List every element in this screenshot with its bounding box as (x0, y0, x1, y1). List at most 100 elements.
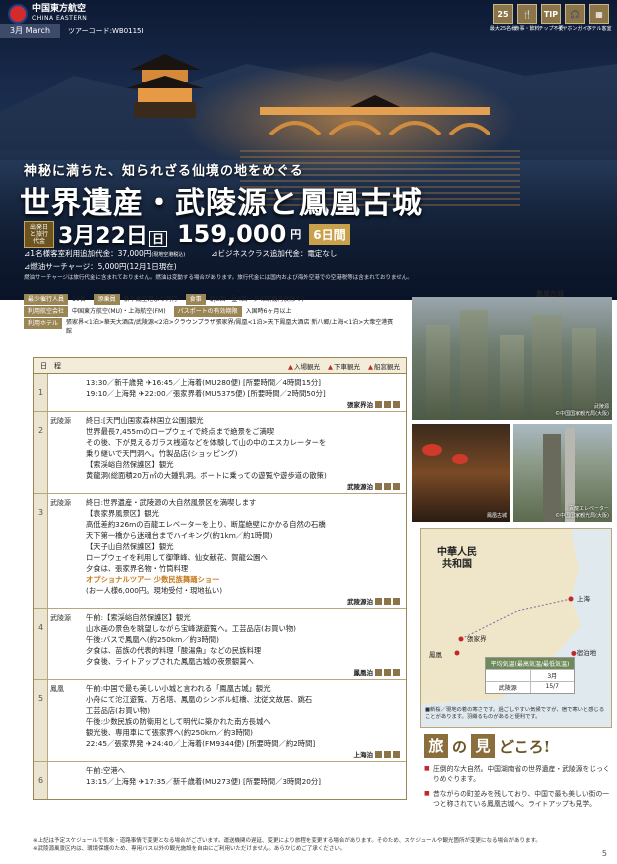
schedule-line: 夕食後、ライトアップされた鳳凰古城の夜景観賞へ (86, 657, 254, 666)
schedule-line: 世界最長7,455mのロープウェイで終点まで絶景をご満喫 (86, 427, 275, 436)
footnotes: ※上記は予定スケジュールで気象・道路事情で変更となる場合がございます。運送機関の… (33, 837, 593, 853)
day-place: 武陵源 (50, 614, 71, 622)
itinerary-table: 日 程 ▲入場観光 ▲下車観光 ▲船窓観光 1 13:30／新千歳発 ✈16:45… (33, 357, 407, 800)
passport-tag: パスポートの有効期限 (173, 306, 242, 317)
single-surcharge: 1名様客室利用追加代金：37,000円 (30, 249, 152, 258)
temp-value: 15/7 (529, 682, 575, 693)
schedule-line: 夕食は、張家界名物・竹筒料理 (86, 564, 189, 573)
itinerary-day: 1 13:30／新千歳発 ✈16:45／上海着(MU280便) [所要時間／4時間… (34, 374, 406, 412)
map-city-shanghai: 上海 (577, 595, 590, 603)
min-people-tag: 最少催行人員 (24, 294, 69, 305)
meal-icon (384, 482, 391, 490)
schedule-line: 22:45／張家界発 ✈24:40／上海着(FM9344便) [所要時間／約2時… (86, 739, 316, 748)
itinerary-day: 3 武陵源 終日:世界遺産・武陵源の大自然風景区を満喫します 【袁家界風景区】観光 高低… (34, 494, 406, 609)
hotel-tag: 利用ホテル (24, 318, 63, 329)
day-number: 3 (34, 494, 48, 608)
surcharge-note: 燃油サーチャージは旅行代金に含まれておりません。燃油は変動する場合があります。旅… (24, 275, 413, 281)
itinerary-header-label: 日 程 (40, 361, 61, 370)
schedule-line: その後、下が見えるガラス桟道などを体験して山の中のエスカレーターを (86, 438, 327, 447)
p3-credit: ©中国国家観光局(大阪) (555, 513, 609, 519)
day-place (48, 374, 84, 411)
feature-icons: 25 最大25名様 🍴 食事・飲料 TIP チップ不要 🎧 イヤホンガイド ▦ ホテル客室 (490, 4, 612, 32)
escort: 新千歳空港より同行 (123, 296, 178, 303)
bridge (260, 95, 490, 135)
map-note: ■新桜／現地の着の寒さです。過ごしやすい気候ですが、宿で寒いと感じることがありま… (425, 707, 605, 720)
meal-icon (375, 668, 382, 676)
depart-label: 出発日と旅行代金 (24, 220, 54, 248)
highlights-title: 旅 の 見 どころ! (424, 734, 612, 758)
itinerary-days: 1 13:30／新千歳発 ✈16:45／上海着(MU280便) [所要時間／4時間… (34, 374, 406, 799)
earphone-icon: 🎧 イヤホンガイド (558, 4, 592, 32)
meal-icon (393, 597, 400, 605)
airline-tag: 利用航空会社 (24, 306, 69, 317)
meal-icon (393, 482, 400, 490)
day-place: 鳳凰 (50, 685, 64, 693)
meals: 朝5回・昼4回・夕4回(機内食除く) (209, 296, 304, 303)
dining-icon: 🍴 食事・飲料 (515, 4, 540, 32)
schedule-line: ロープウェイを利用して御筆峰、仙女献花、賀龍公園へ (86, 553, 268, 562)
phoenix-town-photo: 鳳凰古城 (412, 424, 510, 522)
day-stay: 張家界泊 (347, 399, 400, 409)
day-schedule: 午前:空港へ 13:15／上海発 ✈17:35／新千歳着(MU273便) [所要時… (84, 762, 406, 799)
schedule-line: (お一人様6,000円。現地受付・現地払い) (86, 586, 223, 595)
route-map: 中華人民 共和国 張家界 鳳凰 上海 ●宿泊地 平均気温(最高気温/最低気温) … (420, 528, 612, 728)
itinerary-day: 4 武陵源 午前:【索渓峪自然保護区】観光 山水画の景色を眺望しながら宝峰湖遊覧へ。工… (34, 609, 406, 680)
temp-month: 3月 (529, 670, 575, 681)
day-stay: 武陵源泊 (347, 596, 400, 606)
meals-tag: 食事 (185, 294, 206, 305)
p1-credit: ©中国国家観光局(大阪) (555, 411, 609, 417)
meal-icon (393, 750, 400, 758)
meal-icon (375, 750, 382, 758)
temp-header: 平均気温(最高気温/最低気温) (486, 658, 574, 669)
airline-name: 中国東方航空 (32, 4, 87, 14)
schedule-line: 19:10／上海発 ✈22:00／張家界着(MU5375便) [所要時間／2時間… (86, 389, 326, 398)
business-surcharge: ビジネスクラス追加代金：電定なし (217, 249, 338, 258)
schedule-line: 【天子山自然保護区】観光 (86, 542, 174, 551)
footnote: ※武陵源風景区内は、環境保護のため、専用バス以外の観光施設を自由にご利用いただけ… (33, 846, 346, 852)
itinerary-header: 日 程 ▲入場観光 ▲下車観光 ▲船窓観光 (34, 358, 406, 374)
airline-en: CHINA EASTERN (32, 15, 88, 22)
day-place (48, 762, 84, 799)
footnote: ※上記は予定スケジュールで気象・道路事情で変更となる場合がございます。運送機関の… (33, 838, 541, 844)
highlights-list: 圧倒的な大自然。中国湖南省の世界遺産・武陵源をじっくりめぐります。 昔ながらの町… (424, 764, 612, 809)
pagoda-tower (126, 54, 204, 118)
schedule-line: 工芸品店(お買い物) (86, 706, 151, 715)
depart-date: 3月22日日 (58, 218, 167, 250)
temperature-table: 平均気温(最高気温/最低気温) 3月 武陵源 15/7 (485, 657, 575, 694)
escort-tag: 添乗員 (93, 294, 120, 305)
price-unit: 円 (290, 228, 302, 241)
map-legend-stay: ●宿泊地 (571, 649, 597, 657)
schedule-line: 午前:【索渓峪自然保護区】観光 (86, 613, 191, 622)
schedule-line: オプショナルツアー 少数民族舞踊ショー (86, 575, 220, 584)
schedule-line: 午前:空港へ (86, 766, 125, 775)
hotel-icon: ▦ ホテル客室 (587, 4, 612, 32)
passport: 入国時6ヶ月以上 (245, 308, 292, 315)
legend: ▲入場観光 ▲下車観光 ▲船窓観光 (288, 362, 400, 371)
min-people: 10名 (72, 296, 86, 303)
temp-city: 武陵源 (498, 685, 517, 692)
day-stay: 鳳凰泊 (354, 667, 400, 677)
elevator-photo: 百龍エレベーター ©中国国家観光局(大阪) (513, 424, 612, 522)
day-place: 武陵源 (50, 417, 71, 425)
page-number: 5 (601, 849, 607, 858)
meal-icon (375, 482, 382, 490)
meal-icon (393, 668, 400, 676)
hotel: 張家界<1泊>華天大酒店/武陵源<2泊>クラウンプラザ張家界/鳳凰<1泊>天下鳳… (66, 319, 394, 335)
schedule-line: 午後:バスで鳳凰へ(約250km／約3時間) (86, 635, 219, 644)
schedule-line: 【索渓峪自然保護区】観光 (86, 460, 174, 469)
p3-caption: 百龍エレベーター (568, 506, 609, 512)
schedule-line: 午後:少数民族の防衛用として明代に築かれた南方長城へ (86, 717, 271, 726)
day-number: 2 (34, 412, 48, 493)
single-surcharge-note: (現地空港税込) (151, 252, 186, 258)
schedule-line: 高低差約326mの百龍エレベーターを上り、断崖絶壁にかかる自然の石橋 (86, 520, 326, 529)
schedule-line: 乗り継いで天門洞へ。竹製品店(ショッピング) (86, 449, 238, 458)
entry-icon: ▲ (288, 362, 293, 371)
p1-caption: 武陵源 (593, 404, 609, 410)
schedule-line: 山水画の景色を眺望しながら宝峰湖遊覧へ。工芸品店(お買い物) (86, 624, 297, 633)
window-icon: ▲ (368, 362, 373, 371)
date-price-bar: 出発日と旅行代金 3月22日日 159,000 円 6日間 (24, 218, 350, 250)
day-schedule: 終日:世界遺産・武陵源の大自然風景区を満喫します 【袁家界風景区】観光 高低差約32… (84, 494, 406, 608)
month-badge: 3月 March (0, 24, 61, 38)
airline-logo-icon (8, 4, 28, 24)
day-stay: 武陵源泊 (347, 481, 400, 491)
